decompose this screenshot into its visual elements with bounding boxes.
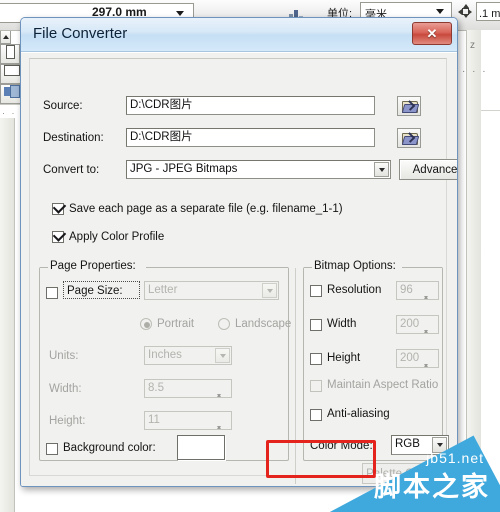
guide-dots: · · ·	[462, 66, 488, 77]
source-browse-button[interactable]	[397, 96, 421, 116]
save-each-page-checkbox[interactable]	[52, 200, 67, 215]
ruler-tick-label: z	[470, 40, 477, 51]
resolution-checkbox[interactable]	[310, 285, 322, 297]
stepper-arrows-icon[interactable]	[424, 283, 437, 311]
color-mode-value: RGB	[395, 438, 420, 450]
chevron-down-icon	[176, 11, 184, 16]
stepper-arrows-icon[interactable]	[424, 317, 437, 345]
units-label: Units:	[49, 350, 79, 362]
bitmap-width-label: Width	[327, 318, 357, 330]
bitmap-height-label: Height	[327, 352, 361, 364]
portrait-radio[interactable]	[140, 318, 152, 330]
color-mode-chevron-down-icon[interactable]	[432, 437, 447, 453]
nudge-icon[interactable]	[458, 4, 472, 18]
convert-to-combo[interactable]: JPG - JPEG Bitmaps	[126, 160, 391, 179]
save-each-page-label: Save each page as a separate file (e.g. …	[69, 203, 343, 215]
ruler-divider	[0, 104, 20, 105]
left-guide-dots: · ·	[2, 108, 17, 118]
stepper-arrows-icon[interactable]	[217, 413, 230, 441]
convert-to-label: Convert to:	[43, 164, 100, 176]
left-ruler	[0, 118, 15, 512]
page-size-stepper-right[interactable]	[0, 29, 11, 44]
bitmap-height-stepper[interactable]: 200	[396, 349, 439, 379]
nudge-value: .1 m	[479, 8, 500, 20]
bitmap-width-stepper[interactable]: 200	[396, 315, 439, 345]
page-width-value: 8.5	[148, 382, 164, 394]
landscape-radio[interactable]	[218, 318, 230, 330]
apply-color-profile-checkbox[interactable]	[52, 228, 67, 243]
page-size-checkbox[interactable]	[46, 287, 58, 299]
units-chevron-down-icon	[436, 9, 444, 14]
units-combo[interactable]: Inches	[144, 346, 232, 365]
landscape-label: Landscape	[235, 318, 292, 330]
maintain-aspect-ratio-label: Maintain Aspect Ratio	[327, 379, 439, 391]
dialog-title: File Converter	[33, 25, 128, 42]
stepper-arrows-icon[interactable]	[217, 381, 230, 409]
destination-input[interactable]: D:\CDR图片	[126, 128, 375, 147]
toolbar-multipage-icon[interactable]	[0, 84, 22, 104]
anti-aliasing-checkbox[interactable]	[310, 409, 322, 421]
background-color-label: Background color:	[63, 442, 156, 454]
units-value: Inches	[148, 349, 182, 361]
page-width-stepper[interactable]: 8.5	[144, 379, 232, 409]
page-size-chevron-down-icon[interactable]	[262, 283, 277, 298]
file-converter-dialog: File Converter ✕ Source: D:\CDR图片 Destin…	[20, 17, 458, 487]
ok-button-highlight-annotation	[266, 440, 376, 478]
bitmap-height-value: 200	[400, 352, 420, 364]
page-height-value: 11	[148, 414, 160, 426]
units-chevron-down-icon[interactable]	[215, 348, 230, 363]
background-color-checkbox[interactable]	[46, 443, 58, 455]
page-height-label: Height:	[49, 415, 86, 427]
destination-label: Destination:	[43, 132, 104, 144]
canvas-area	[481, 30, 500, 512]
page-size-label: Page Size:	[67, 285, 123, 297]
folder-browse-icon	[401, 100, 419, 113]
background-color-swatch[interactable]	[177, 435, 225, 460]
convert-to-chevron-down-icon[interactable]	[374, 162, 389, 177]
source-label: Source:	[43, 100, 83, 112]
radio-dot-icon	[144, 322, 150, 328]
convert-to-value: JPG - JPEG Bitmaps	[130, 163, 238, 175]
folder-browse-icon	[401, 132, 419, 145]
bitmap-height-checkbox[interactable]	[310, 353, 322, 365]
destination-browse-button[interactable]	[397, 128, 421, 148]
apply-color-profile-label: Apply Color Profile	[69, 231, 165, 243]
page-size-value: Letter	[148, 284, 178, 296]
close-button[interactable]: ✕	[412, 22, 452, 45]
source-input[interactable]: D:\CDR图片	[126, 96, 375, 115]
advanced-button[interactable]: Advanced...	[399, 159, 457, 180]
resolution-value: 96	[400, 284, 413, 296]
bitmap-options-title: Bitmap Options:	[314, 260, 396, 272]
page-properties-title: Page Properties:	[50, 260, 136, 272]
dialog-body: Source: D:\CDR图片 Destination: D:\CDR图片 C…	[21, 52, 457, 486]
close-icon: ✕	[426, 26, 438, 41]
resolution-stepper[interactable]: 96	[396, 281, 439, 311]
page-size-combo[interactable]: Letter	[144, 281, 279, 300]
canvas-guide-line	[481, 110, 500, 111]
bitmap-width-value: 200	[400, 318, 420, 330]
bitmap-width-checkbox[interactable]	[310, 319, 322, 331]
maintain-aspect-ratio-checkbox[interactable]	[310, 380, 322, 392]
resolution-label: Resolution	[327, 284, 382, 296]
toolbar-portrait-icon[interactable]	[0, 44, 20, 64]
page-width-label: Width:	[49, 383, 82, 395]
color-mode-combo[interactable]: RGB	[391, 435, 449, 455]
anti-aliasing-label: Anti-aliasing	[327, 408, 390, 420]
portrait-label: Portrait	[157, 318, 195, 330]
stepper-arrows-icon[interactable]	[424, 351, 437, 379]
page-height-stepper[interactable]: 11	[144, 411, 232, 441]
vertical-ruler	[466, 30, 482, 512]
dialog-titlebar[interactable]: File Converter ✕	[21, 18, 457, 52]
